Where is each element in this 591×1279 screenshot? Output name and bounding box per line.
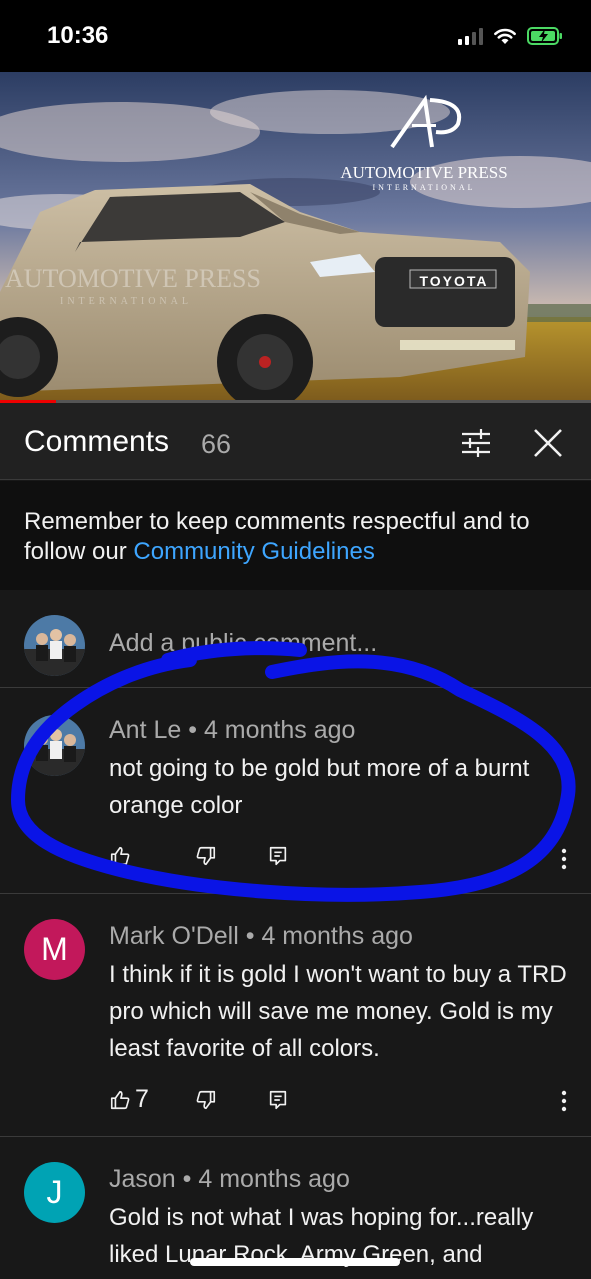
comment-meta: Ant Le • 4 months ago bbox=[109, 716, 355, 745]
reply-icon bbox=[269, 846, 287, 866]
comment-text: not going to be gold but more of a burnt… bbox=[109, 755, 530, 819]
dislike-button[interactable] bbox=[195, 845, 267, 867]
avatar-letter: M bbox=[41, 931, 68, 967]
comment-time: 4 months ago bbox=[203, 716, 356, 744]
sort-filter-button[interactable] bbox=[456, 425, 496, 461]
brand-subtitle: INTERNATIONAL bbox=[373, 183, 476, 192]
thumbs-down-icon bbox=[196, 846, 216, 866]
reply-icon bbox=[269, 1090, 287, 1109]
video-thumbnail: AUTOMOTIVE PRESS INTERNATIONAL TOYOTA AU… bbox=[0, 72, 591, 403]
like-button[interactable] bbox=[109, 845, 195, 867]
status-bar: 10:36 bbox=[0, 0, 591, 72]
add-comment-input[interactable]: Add a public comment... bbox=[109, 629, 377, 658]
comment-item: Ant Le • 4 months ago not going to be go… bbox=[0, 689, 591, 894]
cellular-signal-icon bbox=[458, 27, 483, 45]
more-vertical-icon bbox=[561, 848, 567, 870]
comment-time: 4 months ago bbox=[198, 1165, 350, 1193]
watermark: AUTOMOTIVE PRESS bbox=[5, 264, 261, 293]
status-icons bbox=[458, 26, 563, 46]
thumbs-up-icon bbox=[110, 846, 130, 866]
close-icon bbox=[534, 429, 562, 457]
comment-author[interactable]: Mark O'Dell bbox=[109, 922, 239, 950]
reply-button[interactable] bbox=[267, 845, 289, 867]
comments-header: Comments 66 bbox=[0, 403, 591, 480]
wifi-icon bbox=[494, 28, 516, 44]
reply-button[interactable] bbox=[267, 1089, 289, 1111]
comments-count: 66 bbox=[201, 429, 232, 459]
more-vertical-icon bbox=[561, 1090, 567, 1112]
brand-name: AUTOMOTIVE PRESS bbox=[340, 163, 507, 182]
more-options-button[interactable] bbox=[556, 847, 572, 871]
comment-meta: Mark O'Dell • 4 months ago bbox=[109, 922, 413, 951]
comment-text: I think if it is gold I won't want to bu… bbox=[109, 961, 567, 1062]
status-time: 10:36 bbox=[47, 22, 109, 49]
meta-separator: • bbox=[175, 1165, 199, 1193]
avatar[interactable] bbox=[24, 715, 85, 776]
dislike-button[interactable] bbox=[195, 1089, 267, 1111]
sliders-icon bbox=[462, 429, 490, 457]
like-count: 7 bbox=[135, 1085, 149, 1113]
comment-actions: 7 bbox=[109, 1085, 289, 1114]
add-comment-row[interactable]: Add a public comment... bbox=[0, 590, 591, 688]
avatar bbox=[24, 615, 85, 676]
more-options-button[interactable] bbox=[556, 1089, 572, 1113]
close-button[interactable] bbox=[530, 425, 566, 461]
meta-separator: • bbox=[181, 716, 204, 744]
watermark-subtitle: INTERNATIONAL bbox=[60, 296, 192, 307]
battery-charging-icon bbox=[527, 27, 562, 45]
comment-author[interactable]: Jason bbox=[109, 1165, 176, 1193]
avatar[interactable]: J bbox=[24, 1162, 85, 1223]
comments-title: Comments bbox=[24, 425, 170, 458]
home-indicator bbox=[190, 1258, 400, 1266]
comment-time: 4 months ago bbox=[261, 922, 413, 950]
grille-badge: TOYOTA bbox=[419, 273, 488, 289]
guidelines-notice: Remember to keep comments respectful and… bbox=[0, 481, 591, 590]
comment-author[interactable]: Ant Le bbox=[109, 716, 181, 744]
meta-separator: • bbox=[238, 922, 262, 950]
avatar[interactable]: M bbox=[24, 919, 85, 980]
comment-actions bbox=[109, 845, 289, 867]
thumbs-down-icon bbox=[196, 1090, 216, 1109]
video-player[interactable]: AUTOMOTIVE PRESS INTERNATIONAL TOYOTA AU… bbox=[0, 72, 591, 403]
comment-item: M Mark O'Dell • 4 months ago I think if … bbox=[0, 895, 591, 1137]
comment-meta: Jason • 4 months ago bbox=[109, 1165, 350, 1194]
like-button[interactable]: 7 bbox=[109, 1085, 195, 1114]
thumbs-up-icon bbox=[110, 1090, 130, 1109]
avatar-letter: J bbox=[46, 1174, 63, 1210]
community-guidelines-link[interactable]: Community Guidelines bbox=[133, 538, 374, 565]
